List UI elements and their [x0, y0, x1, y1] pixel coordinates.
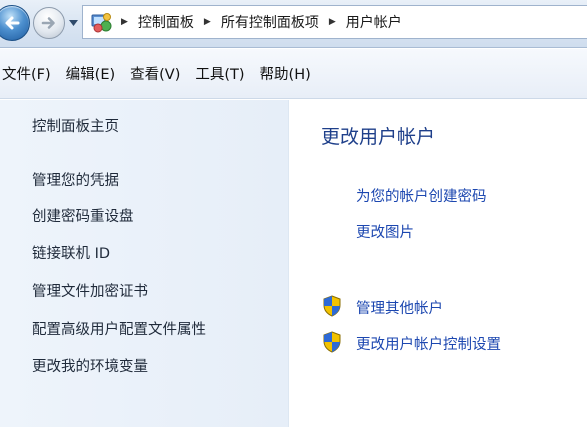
back-button[interactable] — [0, 5, 30, 41]
create-reset-disk-link[interactable]: 创建密码重设盘 — [32, 205, 134, 226]
address-field[interactable]: ▶ 控制面板 ▶ 所有控制面板项 ▶ 用户帐户 — [82, 5, 587, 39]
link-online-id-link[interactable]: 链接联机 ID — [32, 242, 110, 263]
breadcrumb-control-panel[interactable]: 控制面板 — [138, 12, 194, 32]
configure-profile-properties-link[interactable]: 配置高级用户配置文件属性 — [32, 318, 206, 339]
menu-help[interactable]: 帮助(H) — [260, 63, 311, 84]
create-password-link[interactable]: 为您的帐户创建密码 — [356, 185, 487, 206]
breadcrumb-separator-icon: ▶ — [121, 17, 128, 27]
menu-view[interactable]: 查看(V) — [130, 63, 180, 84]
uac-shield-icon — [323, 331, 341, 353]
history-dropdown-button[interactable] — [68, 18, 78, 28]
manage-encryption-certificates-link[interactable]: 管理文件加密证书 — [32, 280, 148, 301]
menu-tools[interactable]: 工具(T) — [195, 63, 244, 84]
control-panel-icon — [91, 13, 112, 33]
menu-bar: 文件(F) 编辑(E) 查看(V) 工具(T) 帮助(H) — [0, 49, 587, 99]
change-uac-settings-link[interactable]: 更改用户帐户控制设置 — [356, 333, 501, 354]
breadcrumb-separator-icon: ▶ — [328, 17, 336, 27]
change-environment-variables-link[interactable]: 更改我的环境变量 — [32, 355, 148, 376]
breadcrumb-separator-icon: ▶ — [203, 17, 211, 27]
task-pane: 控制面板主页 管理您的凭据 创建密码重设盘 链接联机 ID 管理文件加密证书 配… — [0, 100, 289, 427]
change-picture-link[interactable]: 更改图片 — [356, 221, 414, 242]
forward-arrow-icon — [41, 17, 55, 29]
forward-button[interactable] — [33, 7, 65, 39]
main-content: 更改用户帐户 为您的帐户创建密码 更改图片 管理其他帐户 更改用户帐户控制设置 — [290, 100, 587, 427]
uac-shield-icon — [323, 295, 341, 317]
page-title: 更改用户帐户 — [321, 126, 436, 148]
breadcrumb-all-items[interactable]: 所有控制面板项 — [221, 12, 319, 32]
dropdown-arrow-icon — [68, 20, 78, 26]
menu-edit[interactable]: 编辑(E) — [66, 63, 115, 84]
manage-credentials-link[interactable]: 管理您的凭据 — [32, 169, 119, 190]
address-bar: ▶ 控制面板 ▶ 所有控制面板项 ▶ 用户帐户 — [0, 0, 587, 48]
breadcrumb-user-accounts[interactable]: 用户帐户 — [346, 12, 402, 32]
menu-file[interactable]: 文件(F) — [2, 63, 51, 84]
manage-other-accounts-link[interactable]: 管理其他帐户 — [356, 297, 443, 318]
back-arrow-icon — [5, 16, 20, 30]
control-panel-home-link[interactable]: 控制面板主页 — [32, 115, 119, 136]
